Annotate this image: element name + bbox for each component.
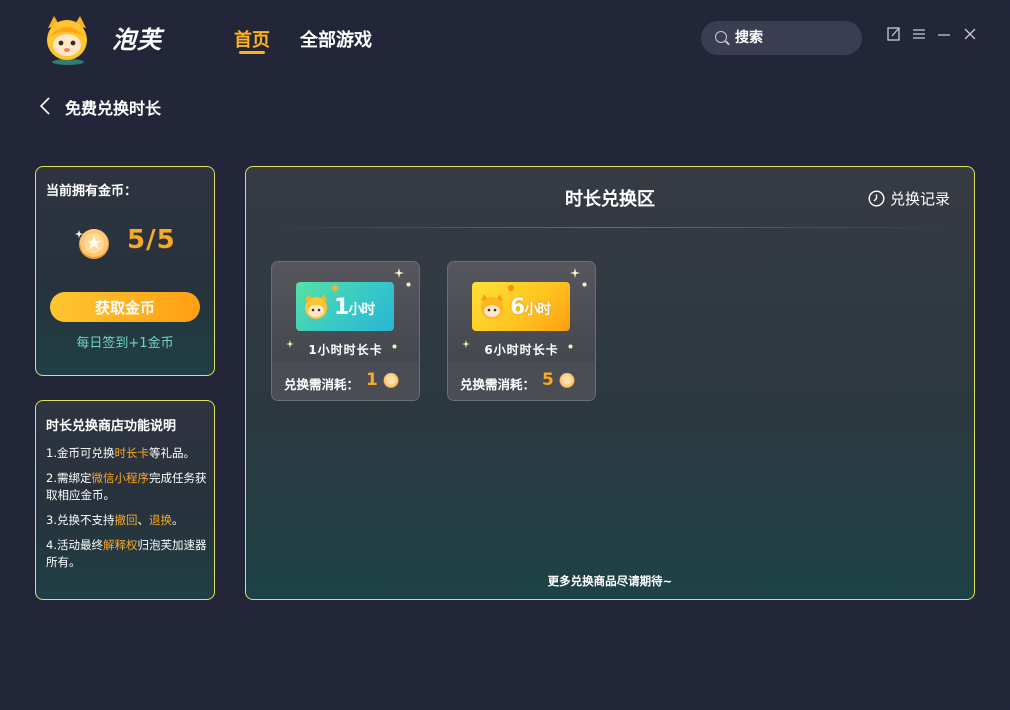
ticket-label: 1小时 (334, 295, 375, 320)
more-coming-text: 更多兑换商品尽请期待~ (547, 574, 673, 588)
rule-item: 3.兑换不支持撤回、退换。 (46, 513, 184, 527)
brand-name: 泡芙 (112, 26, 162, 54)
back-arrow-icon[interactable] (38, 96, 56, 116)
coin-balance-label: 当前拥有金币： (46, 184, 138, 199)
nav-all-games[interactable]: 全部游戏 (300, 26, 372, 52)
exchange-zone-panel: 时长兑换区 兑换记录 1小时 1小时时长卡 兑换需消耗： 1 6小时 6小时时长… (245, 166, 975, 600)
daily-checkin-tip: 每日签到+1金币 (76, 336, 174, 351)
title-divider (264, 227, 956, 228)
coin-balance-panel: 当前拥有金币： 5/5 获取金币 每日签到+1金币 (35, 166, 215, 376)
mascot-icon (481, 294, 503, 319)
rule-item: 1.金币可兑换时长卡等礼品。 (46, 446, 195, 460)
search-input[interactable] (735, 21, 850, 55)
cost-value: 1 (366, 370, 378, 390)
coin-count: 5/5 (127, 225, 176, 255)
nav-home[interactable]: 首页 (234, 26, 270, 52)
card-name: 6小时时长卡 (484, 343, 559, 357)
app-window: 泡芙 首页 全部游戏 免费兑换时长 当前拥有金币： 5/5 (0, 0, 1010, 710)
exchange-history-label: 兑换记录 (890, 190, 951, 208)
exchange-history-link[interactable]: 兑换记录 (868, 188, 950, 209)
get-coins-button[interactable]: 获取金币 (50, 292, 200, 322)
menu-icon[interactable] (911, 26, 929, 44)
minimize-icon[interactable] (936, 26, 954, 44)
coin-icon (559, 373, 575, 388)
card-preview: 1小时 1小时时长卡 (272, 262, 419, 362)
page-title: 免费兑换时长 (65, 99, 162, 118)
brand-badge-icon (508, 285, 514, 291)
ticket-1h: 1小时 (296, 282, 394, 331)
card-name: 1小时时长卡 (308, 343, 383, 357)
coin-icon (383, 373, 399, 388)
sparkle-icon (570, 268, 580, 278)
app-logo-icon (40, 12, 94, 66)
duration-card-6h[interactable]: 6小时 6小时时长卡 兑换需消耗： 5 (447, 261, 596, 401)
search-box[interactable] (701, 21, 862, 55)
ticket-label: 6小时 (510, 295, 551, 320)
gold-coin-icon (72, 221, 116, 265)
cost-value: 5 (542, 370, 554, 390)
rule-item: 2.需绑定微信小程序完成任务获取相应金币。 (46, 471, 207, 502)
sparkle-icon (582, 282, 587, 287)
exchange-zone-title: 时长兑换区 (565, 189, 655, 210)
ticket-6h: 6小时 (472, 282, 570, 331)
cost-label: 兑换需消耗： (460, 377, 536, 392)
shop-rules-panel: 时长兑换商店功能说明 1.金币可兑换时长卡等礼品。 2.需绑定微信小程序完成任务… (35, 400, 215, 600)
card-cost-row: 兑换需消耗： 5 (448, 362, 595, 400)
duration-card-1h[interactable]: 1小时 1小时时长卡 兑换需消耗： 1 (271, 261, 420, 401)
close-icon[interactable] (962, 26, 980, 44)
sparkle-icon (394, 268, 404, 278)
sparkle-icon (406, 282, 411, 287)
clock-icon (868, 190, 885, 207)
nav-active-indicator (239, 51, 265, 54)
card-cost-row: 兑换需消耗： 1 (272, 362, 419, 400)
search-icon (715, 31, 727, 43)
brand-badge-icon (332, 285, 338, 291)
feedback-edit-icon[interactable] (886, 26, 904, 44)
mascot-icon (305, 294, 327, 319)
rules-list: 1.金币可兑换时长卡等礼品。 2.需绑定微信小程序完成任务获取相应金币。 3.兑… (46, 445, 210, 579)
cost-label: 兑换需消耗： (284, 377, 360, 392)
card-preview: 6小时 6小时时长卡 (448, 262, 595, 362)
rules-title: 时长兑换商店功能说明 (46, 419, 177, 434)
rule-item: 4.活动最终解释权归泡芙加速器所有。 (46, 538, 207, 569)
